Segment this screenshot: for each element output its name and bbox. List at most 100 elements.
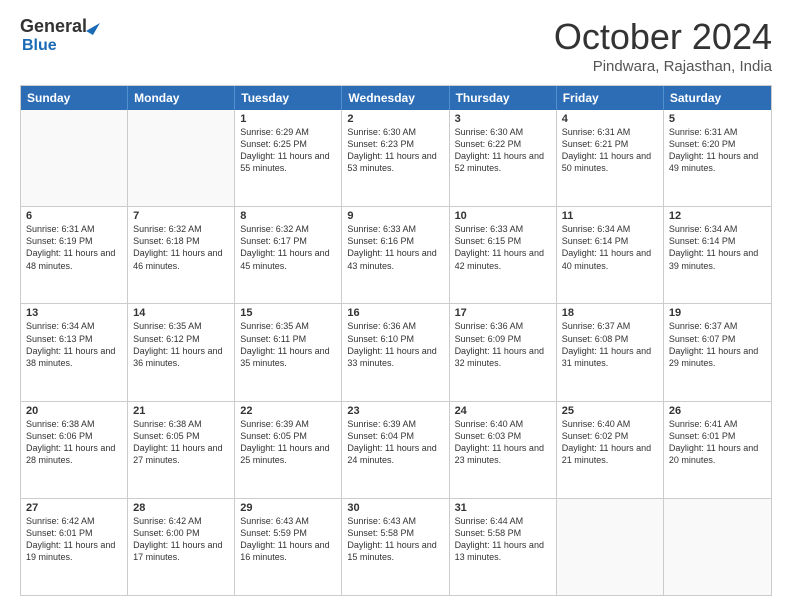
day-number: 21: [133, 405, 229, 417]
cell-text: Sunrise: 6:39 AM Sunset: 6:05 PM Dayligh…: [240, 418, 336, 467]
calendar-cell: 18Sunrise: 6:37 AM Sunset: 6:08 PM Dayli…: [557, 304, 664, 400]
logo-text: General: [20, 16, 97, 37]
title-block: October 2024 Pindwara, Rajasthan, India: [554, 16, 772, 75]
cell-text: Sunrise: 6:43 AM Sunset: 5:58 PM Dayligh…: [347, 515, 443, 564]
day-number: 17: [455, 307, 551, 319]
day-number: 11: [562, 210, 658, 222]
cell-text: Sunrise: 6:35 AM Sunset: 6:12 PM Dayligh…: [133, 320, 229, 369]
calendar-header-cell: Sunday: [21, 86, 128, 110]
cell-text: Sunrise: 6:33 AM Sunset: 6:15 PM Dayligh…: [455, 223, 551, 272]
day-number: 10: [455, 210, 551, 222]
calendar-cell: 9Sunrise: 6:33 AM Sunset: 6:16 PM Daylig…: [342, 207, 449, 303]
calendar-cell: 1Sunrise: 6:29 AM Sunset: 6:25 PM Daylig…: [235, 110, 342, 206]
day-number: 8: [240, 210, 336, 222]
cell-text: Sunrise: 6:40 AM Sunset: 6:03 PM Dayligh…: [455, 418, 551, 467]
cell-text: Sunrise: 6:38 AM Sunset: 6:05 PM Dayligh…: [133, 418, 229, 467]
logo-blue: Blue: [22, 37, 57, 54]
calendar-cell: 31Sunrise: 6:44 AM Sunset: 5:58 PM Dayli…: [450, 499, 557, 595]
cell-text: Sunrise: 6:38 AM Sunset: 6:06 PM Dayligh…: [26, 418, 122, 467]
calendar-header-cell: Wednesday: [342, 86, 449, 110]
calendar-row: 1Sunrise: 6:29 AM Sunset: 6:25 PM Daylig…: [21, 110, 771, 206]
calendar-row: 27Sunrise: 6:42 AM Sunset: 6:01 PM Dayli…: [21, 498, 771, 595]
calendar-cell: 19Sunrise: 6:37 AM Sunset: 6:07 PM Dayli…: [664, 304, 771, 400]
day-number: 2: [347, 113, 443, 125]
month-title: October 2024: [554, 16, 772, 58]
day-number: 15: [240, 307, 336, 319]
cell-text: Sunrise: 6:42 AM Sunset: 6:00 PM Dayligh…: [133, 515, 229, 564]
day-number: 26: [669, 405, 766, 417]
calendar-header-cell: Saturday: [664, 86, 771, 110]
calendar-cell: [664, 499, 771, 595]
calendar-row: 6Sunrise: 6:31 AM Sunset: 6:19 PM Daylig…: [21, 206, 771, 303]
calendar-header-cell: Monday: [128, 86, 235, 110]
cell-text: Sunrise: 6:41 AM Sunset: 6:01 PM Dayligh…: [669, 418, 766, 467]
day-number: 13: [26, 307, 122, 319]
calendar-row: 20Sunrise: 6:38 AM Sunset: 6:06 PM Dayli…: [21, 401, 771, 498]
day-number: 30: [347, 502, 443, 514]
day-number: 28: [133, 502, 229, 514]
calendar-header-cell: Thursday: [450, 86, 557, 110]
cell-text: Sunrise: 6:34 AM Sunset: 6:14 PM Dayligh…: [562, 223, 658, 272]
day-number: 4: [562, 113, 658, 125]
cell-text: Sunrise: 6:44 AM Sunset: 5:58 PM Dayligh…: [455, 515, 551, 564]
cell-text: Sunrise: 6:32 AM Sunset: 6:17 PM Dayligh…: [240, 223, 336, 272]
calendar-cell: 3Sunrise: 6:30 AM Sunset: 6:22 PM Daylig…: [450, 110, 557, 206]
calendar: SundayMondayTuesdayWednesdayThursdayFrid…: [20, 85, 772, 596]
cell-text: Sunrise: 6:33 AM Sunset: 6:16 PM Dayligh…: [347, 223, 443, 272]
day-number: 23: [347, 405, 443, 417]
calendar-cell: 22Sunrise: 6:39 AM Sunset: 6:05 PM Dayli…: [235, 402, 342, 498]
calendar-cell: 8Sunrise: 6:32 AM Sunset: 6:17 PM Daylig…: [235, 207, 342, 303]
calendar-cell: 20Sunrise: 6:38 AM Sunset: 6:06 PM Dayli…: [21, 402, 128, 498]
cell-text: Sunrise: 6:30 AM Sunset: 6:22 PM Dayligh…: [455, 126, 551, 175]
cell-text: Sunrise: 6:36 AM Sunset: 6:09 PM Dayligh…: [455, 320, 551, 369]
day-number: 5: [669, 113, 766, 125]
calendar-cell: 26Sunrise: 6:41 AM Sunset: 6:01 PM Dayli…: [664, 402, 771, 498]
day-number: 7: [133, 210, 229, 222]
cell-text: Sunrise: 6:36 AM Sunset: 6:10 PM Dayligh…: [347, 320, 443, 369]
cell-text: Sunrise: 6:37 AM Sunset: 6:08 PM Dayligh…: [562, 320, 658, 369]
location: Pindwara, Rajasthan, India: [554, 58, 772, 75]
day-number: 6: [26, 210, 122, 222]
calendar-cell: 17Sunrise: 6:36 AM Sunset: 6:09 PM Dayli…: [450, 304, 557, 400]
day-number: 20: [26, 405, 122, 417]
calendar-cell: 4Sunrise: 6:31 AM Sunset: 6:21 PM Daylig…: [557, 110, 664, 206]
calendar-cell: [128, 110, 235, 206]
calendar-cell: 30Sunrise: 6:43 AM Sunset: 5:58 PM Dayli…: [342, 499, 449, 595]
day-number: 19: [669, 307, 766, 319]
calendar-cell: 11Sunrise: 6:34 AM Sunset: 6:14 PM Dayli…: [557, 207, 664, 303]
calendar-cell: 6Sunrise: 6:31 AM Sunset: 6:19 PM Daylig…: [21, 207, 128, 303]
cell-text: Sunrise: 6:42 AM Sunset: 6:01 PM Dayligh…: [26, 515, 122, 564]
calendar-cell: 7Sunrise: 6:32 AM Sunset: 6:18 PM Daylig…: [128, 207, 235, 303]
day-number: 29: [240, 502, 336, 514]
calendar-cell: 25Sunrise: 6:40 AM Sunset: 6:02 PM Dayli…: [557, 402, 664, 498]
calendar-cell: 21Sunrise: 6:38 AM Sunset: 6:05 PM Dayli…: [128, 402, 235, 498]
cell-text: Sunrise: 6:40 AM Sunset: 6:02 PM Dayligh…: [562, 418, 658, 467]
cell-text: Sunrise: 6:31 AM Sunset: 6:21 PM Dayligh…: [562, 126, 658, 175]
calendar-cell: 2Sunrise: 6:30 AM Sunset: 6:23 PM Daylig…: [342, 110, 449, 206]
calendar-cell: 16Sunrise: 6:36 AM Sunset: 6:10 PM Dayli…: [342, 304, 449, 400]
calendar-cell: [557, 499, 664, 595]
calendar-cell: 14Sunrise: 6:35 AM Sunset: 6:12 PM Dayli…: [128, 304, 235, 400]
calendar-cell: 28Sunrise: 6:42 AM Sunset: 6:00 PM Dayli…: [128, 499, 235, 595]
calendar-header-cell: Tuesday: [235, 86, 342, 110]
day-number: 24: [455, 405, 551, 417]
calendar-body: 1Sunrise: 6:29 AM Sunset: 6:25 PM Daylig…: [21, 110, 771, 595]
calendar-cell: 15Sunrise: 6:35 AM Sunset: 6:11 PM Dayli…: [235, 304, 342, 400]
calendar-header-cell: Friday: [557, 86, 664, 110]
day-number: 14: [133, 307, 229, 319]
day-number: 1: [240, 113, 336, 125]
calendar-cell: [21, 110, 128, 206]
calendar-cell: 5Sunrise: 6:31 AM Sunset: 6:20 PM Daylig…: [664, 110, 771, 206]
cell-text: Sunrise: 6:37 AM Sunset: 6:07 PM Dayligh…: [669, 320, 766, 369]
calendar-cell: 24Sunrise: 6:40 AM Sunset: 6:03 PM Dayli…: [450, 402, 557, 498]
calendar-cell: 29Sunrise: 6:43 AM Sunset: 5:59 PM Dayli…: [235, 499, 342, 595]
page: General Blue October 2024 Pindwara, Raja…: [0, 0, 792, 612]
cell-text: Sunrise: 6:32 AM Sunset: 6:18 PM Dayligh…: [133, 223, 229, 272]
calendar-cell: 13Sunrise: 6:34 AM Sunset: 6:13 PM Dayli…: [21, 304, 128, 400]
cell-text: Sunrise: 6:30 AM Sunset: 6:23 PM Dayligh…: [347, 126, 443, 175]
calendar-cell: 23Sunrise: 6:39 AM Sunset: 6:04 PM Dayli…: [342, 402, 449, 498]
logo-general: General: [20, 16, 87, 37]
day-number: 9: [347, 210, 443, 222]
day-number: 27: [26, 502, 122, 514]
day-number: 25: [562, 405, 658, 417]
